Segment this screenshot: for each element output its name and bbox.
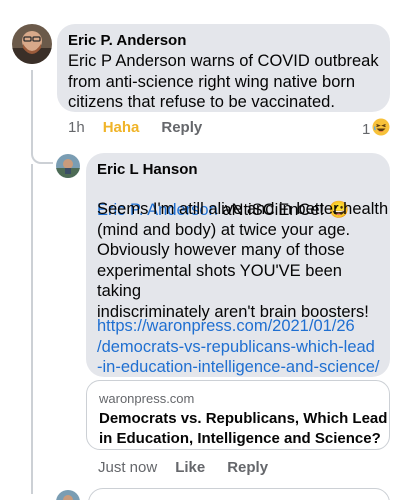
avatar-eric-l-hanson[interactable] (56, 154, 80, 178)
preview-title: Democrats vs. Republicans, Which Lead in… (99, 410, 388, 447)
link-preview-card[interactable]: waronpress.com Democrats vs. Republicans… (86, 380, 390, 450)
preview-domain: waronpress.com (99, 391, 195, 406)
like-button[interactable]: Like (175, 459, 205, 476)
reaction-count: 1 (362, 120, 371, 138)
reply-text: Seems I'm atill alive and in better heal… (97, 200, 389, 321)
reply-button[interactable]: Reply (227, 459, 268, 476)
laughing-emoji-icon (372, 118, 390, 140)
reply-timestamp[interactable]: Just now (98, 459, 157, 476)
reply-url-link[interactable]: https://waronpress.com/2021/01/26 /democ… (97, 316, 389, 378)
reply-bubble[interactable]: Eric L Hanson Eric P. Anderson aNtiSCiEn… (86, 153, 390, 377)
reply-author[interactable]: Eric L Hanson (97, 160, 198, 179)
thread-connector-line (31, 164, 33, 494)
reply-input-box[interactable] (88, 488, 390, 500)
comment-timestamp[interactable]: 1h (68, 119, 85, 136)
avatar-eric-p-anderson[interactable] (12, 24, 52, 64)
reply-button[interactable]: Reply (161, 119, 202, 136)
avatar-next-comment[interactable] (56, 490, 80, 500)
haha-reaction-button[interactable]: Haha (103, 119, 140, 136)
thread-connector-line (31, 70, 53, 164)
comment-actions: 1h Haha Reply (68, 119, 224, 136)
comment-bubble[interactable]: Eric P. Anderson Eric P Anderson warns o… (57, 24, 390, 112)
reaction-summary[interactable]: 1 (362, 118, 390, 140)
comment-text: Eric P Anderson warns of COVID outbreak … (68, 52, 379, 111)
comment-author[interactable]: Eric P. Anderson (68, 31, 186, 50)
reply-actions: Just now Like Reply (98, 459, 290, 476)
